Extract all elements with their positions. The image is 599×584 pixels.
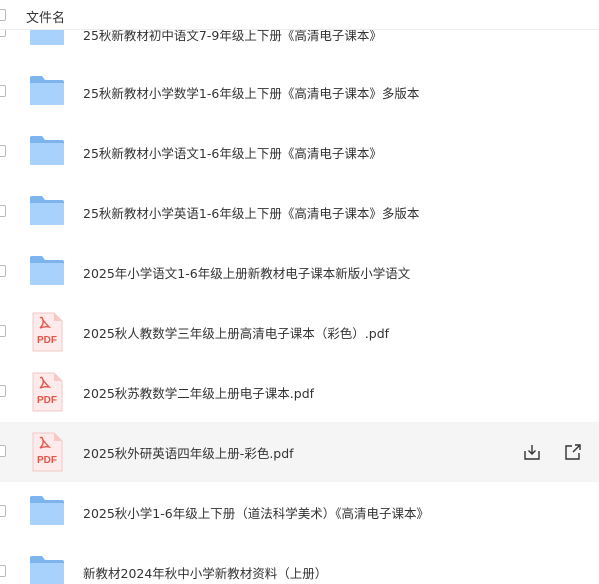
row-checkbox[interactable]	[0, 205, 6, 217]
pdf-file-icon: PDF	[32, 372, 63, 412]
row-checkbox[interactable]	[0, 265, 6, 277]
folder-icon	[30, 496, 64, 525]
file-name: 2025年小学语文1-6年级上册新教材电子课本新版小学语文	[83, 266, 411, 281]
row-checkbox[interactable]	[0, 445, 6, 457]
file-name: 25秋新教材小学英语1-6年级上下册《高清电子课本》多版本	[83, 206, 420, 221]
list-item-folder[interactable]: 25秋新教材小学数学1-6年级上下册《高清电子课本》多版本	[0, 62, 599, 122]
file-name: 新教材2024年秋中小学新教材资料（上册）	[83, 566, 328, 581]
row-checkbox[interactable]	[0, 325, 6, 337]
file-browser: 25秋新教材初中语文7-9年级上下册《高清电子课本》 25秋新教材小学数学1-6…	[0, 0, 599, 584]
share-icon[interactable]	[564, 443, 582, 461]
file-name: 2025秋外研英语四年级上册-彩色.pdf	[83, 446, 294, 461]
file-list: 25秋新教材初中语文7-9年级上下册《高清电子课本》 25秋新教材小学数学1-6…	[0, 0, 599, 584]
list-item-folder[interactable]: 2025年小学语文1-6年级上册新教材电子课本新版小学语文	[0, 242, 599, 302]
file-name: 25秋新教材小学语文1-6年级上下册《高清电子课本》	[83, 146, 382, 161]
pdf-badge: PDF	[37, 335, 57, 346]
row-checkbox[interactable]	[0, 565, 6, 577]
list-item-folder[interactable]: 新教材2024年秋中小学新教材资料（上册）	[0, 542, 599, 584]
row-checkbox[interactable]	[0, 385, 6, 397]
file-name: 2025秋小学1-6年级上下册（道法科学美术）《高清电子课本》	[83, 506, 429, 521]
file-name: 2025秋人教数学三年级上册高清电子课本（彩色）.pdf	[83, 326, 390, 341]
pdf-badge: PDF	[37, 395, 57, 406]
column-header-filename[interactable]: 文件名	[26, 7, 65, 26]
list-item-pdf[interactable]: PDF 2025秋外研英语四年级上册-彩色.pdf	[0, 422, 599, 482]
folder-icon	[30, 256, 64, 285]
pdf-file-icon: PDF	[32, 432, 63, 472]
download-icon[interactable]	[523, 443, 541, 461]
pdf-badge: PDF	[37, 455, 57, 466]
file-name: 2025秋苏教数学二年级上册电子课本.pdf	[83, 386, 315, 401]
list-item-pdf[interactable]: PDF 2025秋人教数学三年级上册高清电子课本（彩色）.pdf	[0, 302, 599, 362]
list-item-folder[interactable]: 25秋新教材小学英语1-6年级上下册《高清电子课本》多版本	[0, 182, 599, 242]
row-checkbox[interactable]	[0, 145, 6, 157]
pdf-file-icon: PDF	[32, 312, 63, 352]
folder-icon	[30, 196, 64, 225]
list-item-folder[interactable]: 2025秋小学1-6年级上下册（道法科学美术）《高清电子课本》	[0, 482, 599, 542]
folder-icon	[30, 136, 64, 165]
file-name: 25秋新教材小学数学1-6年级上下册《高清电子课本》多版本	[83, 86, 420, 101]
row-checkbox[interactable]	[0, 85, 6, 97]
list-item-folder[interactable]: 25秋新教材小学语文1-6年级上下册《高清电子课本》	[0, 122, 599, 182]
folder-icon	[30, 556, 64, 584]
select-all-checkbox[interactable]	[0, 9, 6, 21]
folder-icon	[30, 76, 64, 105]
list-header: 文件名	[0, 0, 599, 30]
row-checkbox[interactable]	[0, 505, 6, 517]
list-item-pdf[interactable]: PDF 2025秋苏教数学二年级上册电子课本.pdf	[0, 362, 599, 422]
